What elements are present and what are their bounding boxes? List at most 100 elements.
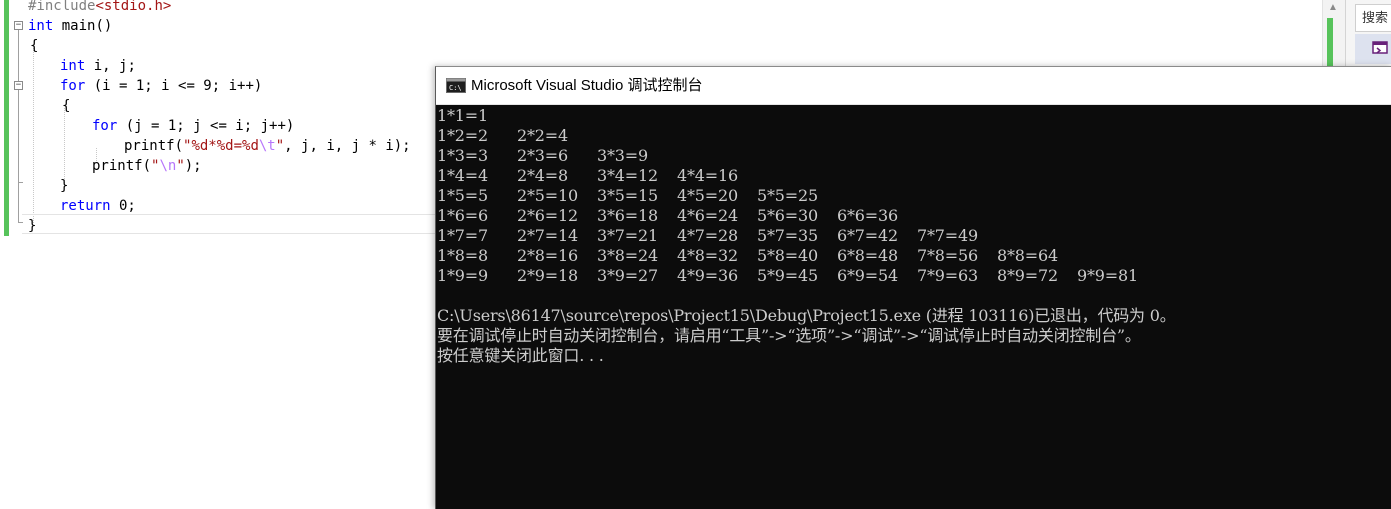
indent-guide <box>64 108 65 184</box>
output-row: 1*3=3 2*3=6 3*3=9 <box>437 146 1391 166</box>
code-line-4[interactable]: int i, j; <box>60 56 136 76</box>
output-row: 1*2=2 2*2=4 <box>437 126 1391 146</box>
current-line-highlight <box>22 214 442 234</box>
keyword: int <box>60 58 86 74</box>
output-cell: 7*9=63 <box>917 266 978 285</box>
output-cell: 5*5=25 <box>757 186 818 205</box>
output-cell: 1*5=5 <box>437 186 488 205</box>
code-line-1[interactable]: #include<stdio.h> <box>28 0 171 16</box>
code-text: (i = 1; i <= 9; i++) <box>85 78 263 94</box>
output-cell: 2*4=8 <box>517 166 568 185</box>
output-cell: 5*8=40 <box>757 246 818 265</box>
output-cell: 3*3=9 <box>597 146 648 165</box>
svg-text:C:\: C:\ <box>449 84 462 92</box>
solution-icon[interactable] <box>1372 40 1388 56</box>
output-cell: 1*9=9 <box>437 266 488 285</box>
output-cell: 4*9=36 <box>677 266 738 285</box>
code-text: { <box>62 98 71 114</box>
preprocessor-directive: #include <box>28 0 96 14</box>
exit-message: C:\Users\86147\source\repos\Project15\De… <box>437 306 1176 325</box>
output-cell: 3*5=15 <box>597 186 658 205</box>
output-row: 1*5=5 2*5=10 3*5=15 4*5=20 5*5=25 <box>437 186 1391 206</box>
output-cell: 2*5=10 <box>517 186 578 205</box>
escape-sequence: \t <box>258 138 276 154</box>
output-cell: 3*8=24 <box>597 246 658 265</box>
output-cell: 3*6=18 <box>597 206 658 225</box>
console-titlebar[interactable]: C:\ Microsoft Visual Studio 调试控制台 <box>436 67 1391 105</box>
hint-message: 要在调试停止时自动关闭控制台，请启用“工具”->“选项”->“调试”->“调试停… <box>437 326 1141 345</box>
string-literal: "%d*%d=%d <box>183 138 259 154</box>
fold-toggle-main[interactable]: − <box>14 21 23 30</box>
code-line-6[interactable]: { <box>62 96 70 116</box>
output-cell: 9*9=81 <box>1077 266 1138 285</box>
code-text: { <box>30 38 39 54</box>
code-text: i, j; <box>85 58 136 74</box>
code-line-2[interactable]: int main() <box>28 16 112 36</box>
indent-guide <box>33 48 34 224</box>
keyword: for <box>92 118 118 134</box>
console-app-icon: C:\ <box>446 78 466 93</box>
output-cell: 1*6=6 <box>437 206 488 225</box>
code-line-9[interactable]: printf("\n"); <box>92 156 202 176</box>
output-row: 1*9=9 2*9=18 3*9=27 4*9=36 5*9=45 6*9=54 7*9=6… <box>437 266 1391 286</box>
output-cell: 6*7=42 <box>837 226 898 245</box>
multiplication-table: 1*1=1 1*2=2 2*2=4 1*3=3 2*3=6 3*3=9 1*4=4 2*4=8… <box>437 106 1391 286</box>
search-input[interactable]: 搜索 <box>1355 4 1391 32</box>
output-cell: 4*4=16 <box>677 166 738 185</box>
press-key-message: 按任意键关闭此窗口. . . <box>437 346 604 365</box>
output-cell: 3*4=12 <box>597 166 658 185</box>
code-text: } <box>60 178 69 194</box>
output-row: 1*1=1 <box>437 106 1391 126</box>
code-text: , j, i, j * i); <box>284 138 411 154</box>
output-cell: 4*6=24 <box>677 206 738 225</box>
code-line-8[interactable]: printf("%d*%d=%d\t", j, i, j * i); <box>124 136 411 156</box>
output-row: 1*6=6 2*6=12 3*6=18 4*6=24 5*6=30 6*6=36 <box>437 206 1391 226</box>
string-literal: " <box>275 138 285 154</box>
console-output[interactable]: 1*1=1 1*2=2 2*2=4 1*3=3 2*3=6 3*3=9 1*4=4 2*4=8… <box>437 106 1391 506</box>
output-cell: 8*9=72 <box>997 266 1058 285</box>
change-tracking-bar <box>4 0 9 236</box>
output-cell: 4*8=32 <box>677 246 738 265</box>
fold-end-for <box>18 182 23 183</box>
code-line-11[interactable]: return 0; <box>60 196 136 216</box>
output-cell: 3*9=27 <box>597 266 658 285</box>
output-cell: 1*7=7 <box>437 226 488 245</box>
output-cell: 1*1=1 <box>437 106 488 125</box>
code-text: printf( <box>92 158 152 174</box>
fold-toggle-for[interactable]: − <box>14 81 23 90</box>
code-text: } <box>28 218 37 234</box>
output-cell: 4*7=28 <box>677 226 738 245</box>
keyword: for <box>60 78 86 94</box>
output-cell: 2*7=14 <box>517 226 578 245</box>
keyword: return <box>60 198 111 214</box>
output-cell: 7*7=49 <box>917 226 978 245</box>
output-cell: 2*9=18 <box>517 266 578 285</box>
string-literal: " <box>176 158 185 174</box>
code-text: 0; <box>110 198 136 214</box>
code-line-10[interactable]: } <box>60 176 68 196</box>
output-cell: 2*6=12 <box>517 206 578 225</box>
debug-console-window[interactable]: C:\ Microsoft Visual Studio 调试控制台 1*1=1 1… <box>435 66 1391 509</box>
output-cell: 2*8=16 <box>517 246 578 265</box>
output-cell: 1*2=2 <box>437 126 488 145</box>
code-line-3[interactable]: { <box>30 36 38 56</box>
scroll-up-arrow-icon[interactable]: ▲ <box>1327 2 1339 14</box>
output-cell: 2*3=6 <box>517 146 568 165</box>
output-cell: 6*6=36 <box>837 206 898 225</box>
output-cell: 7*8=56 <box>917 246 978 265</box>
output-cell: 6*9=54 <box>837 266 898 285</box>
console-title: Microsoft Visual Studio 调试控制台 <box>471 77 703 94</box>
include-path: <stdio.h> <box>95 0 172 14</box>
code-line-12[interactable]: } <box>28 216 36 236</box>
code-line-7[interactable]: for (j = 1; j <= i; j++) <box>92 116 294 136</box>
code-text: main() <box>53 18 113 34</box>
keyword: int <box>28 18 54 34</box>
code-text: (j = 1; j <= i; j++) <box>117 118 295 134</box>
output-row: 1*7=7 2*7=14 3*7=21 4*7=28 5*7=35 6*7=42 7*7=4… <box>437 226 1391 246</box>
code-line-5[interactable]: for (i = 1; i <= 9; i++) <box>60 76 262 96</box>
output-cell: 5*9=45 <box>757 266 818 285</box>
output-cell: 2*2=4 <box>517 126 568 145</box>
output-cell: 1*3=3 <box>437 146 488 165</box>
output-cell: 4*5=20 <box>677 186 738 205</box>
